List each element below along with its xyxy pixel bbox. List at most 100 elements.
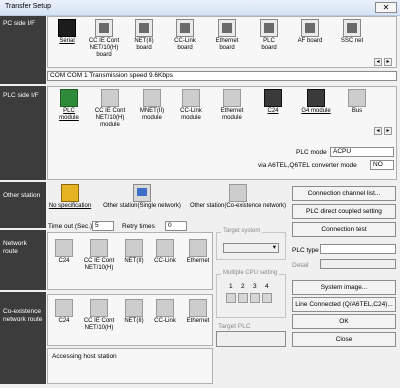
close-button[interactable]: Close	[292, 332, 396, 347]
pc-item-cc-link-board[interactable]: CC-Link board	[170, 19, 200, 52]
pc-item-cc-ie-board[interactable]: CC IE Cont NET/10(H) board	[84, 19, 124, 59]
cpu-slot-1[interactable]	[226, 293, 236, 303]
plc-item-c24[interactable]: C24	[260, 89, 286, 115]
plc-item-plc-module[interactable]: PLC module	[54, 89, 84, 122]
route-item-cc-link[interactable]: CC-Link	[152, 239, 178, 265]
chevron-down-icon: ▾	[272, 244, 276, 251]
route-item-label: Ethernet	[186, 258, 210, 264]
plc-item-label: C24	[267, 108, 279, 114]
board-icon	[343, 19, 361, 37]
other-item-single-network[interactable]: Other station(Single network)	[96, 184, 188, 210]
plc-item-cc-ie-module[interactable]: CC IE Cont NET/10(H) module	[90, 89, 130, 129]
route-item-label: CC IE Cont NET/10(H)	[83, 258, 115, 271]
coex-item-label: C24	[58, 318, 70, 324]
g4-module-icon	[307, 89, 325, 107]
connection-channel-list-button[interactable]: Connection channel list...	[292, 186, 396, 201]
pc-item-label: Ethernet board	[215, 38, 239, 51]
route-item-net2[interactable]: NET(II)	[122, 239, 146, 265]
scroll-right-icon[interactable]: ▸	[384, 58, 392, 66]
retry-label: Retry times	[122, 223, 155, 230]
status-text: Accessing host station	[52, 353, 117, 360]
plc-item-label: CC IE Cont NET/10(H) module	[94, 108, 126, 128]
pc-item-label: PLC board	[261, 38, 277, 51]
plc-type-label: PLC type	[292, 247, 319, 254]
cpu-slot-2[interactable]	[238, 293, 248, 303]
coex-item-net2[interactable]: NET(II)	[122, 299, 146, 325]
pc-item-net2-board[interactable]: NET(II) board	[130, 19, 158, 52]
pc-item-af-board[interactable]: AF board	[296, 19, 324, 45]
scroll-left-icon[interactable]: ◂	[374, 127, 382, 135]
c24-icon	[55, 239, 73, 257]
module-icon	[182, 89, 200, 107]
other-item-label: Other station(Co-existence network)	[189, 203, 287, 209]
module-icon	[156, 239, 174, 257]
coex-item-c24[interactable]: C24	[52, 299, 76, 325]
coex-item-cc-ie[interactable]: CC IE Cont NET/10(H)	[78, 299, 120, 332]
timeout-field[interactable]: 5	[92, 221, 114, 231]
coex-item-label: Ethernet	[186, 318, 210, 324]
route-item-label: CC-Link	[154, 258, 176, 264]
board-icon	[260, 19, 278, 37]
system-image-button[interactable]: System image...	[292, 280, 396, 295]
module-icon	[101, 89, 119, 107]
target-plc-field[interactable]	[216, 331, 286, 347]
ok-button[interactable]: OK	[292, 314, 396, 329]
route-item-c24[interactable]: C24	[52, 239, 76, 265]
coex-item-ethernet[interactable]: Ethernet	[184, 299, 212, 325]
route-item-label: C24	[58, 258, 70, 264]
plc-item-mnet2-module[interactable]: MNET(II) module	[135, 89, 169, 122]
close-window-button[interactable]: ✕	[375, 2, 397, 13]
pc-item-plc-board[interactable]: PLC board	[255, 19, 283, 52]
pc-item-ssc-net[interactable]: SSC net	[338, 19, 366, 45]
pc-item-ethernet-board[interactable]: Ethernet board	[211, 19, 243, 52]
scroll-left-icon[interactable]: ◂	[374, 58, 382, 66]
other-station-coexistence-icon	[229, 184, 247, 202]
other-station-label: Other station	[3, 192, 41, 199]
board-icon	[176, 19, 194, 37]
pc-item-serial[interactable]: Serial	[54, 19, 80, 45]
plc-item-cc-link-module[interactable]: CC-Link module	[176, 89, 206, 122]
plc-item-bus[interactable]: Bus	[344, 89, 370, 115]
other-item-label: No specification	[48, 203, 92, 209]
pc-item-label: Serial	[59, 38, 75, 44]
cpu-slot-4-label: 4	[265, 283, 269, 290]
target-system-select[interactable]: ▾	[223, 243, 279, 253]
module-icon	[223, 89, 241, 107]
plc-item-g4-module[interactable]: G4 module	[301, 89, 331, 115]
c24-icon	[55, 299, 73, 317]
window-title: Transfer Setup	[5, 3, 52, 10]
cpu-slot-4[interactable]	[262, 293, 272, 303]
connection-test-button[interactable]: Connection test	[292, 222, 396, 237]
plc-mode-label: PLC mode	[296, 149, 327, 156]
plc-item-label: CC-Link module	[180, 108, 202, 121]
module-icon	[125, 299, 143, 317]
plc-side-panel: PLC module CC IE Cont NET/10(H) module M…	[47, 86, 397, 180]
board-icon	[135, 19, 153, 37]
plc-item-label: Ethernet module	[220, 108, 244, 121]
retry-field[interactable]: 0	[165, 221, 187, 231]
other-station-sidebar: Other station	[0, 182, 46, 228]
plc-item-label: Bus	[351, 108, 363, 114]
cpu-slot-2-label: 2	[241, 283, 245, 290]
other-item-coexistence[interactable]: Other station(Co-existence network)	[188, 184, 288, 210]
multiple-cpu-title: Multiple CPU setting	[221, 270, 280, 276]
cpu-slot-1-label: 1	[229, 283, 233, 290]
plc-direct-coupled-button[interactable]: PLC direct coupled setting	[292, 204, 396, 219]
module-icon	[189, 239, 207, 257]
plc-item-ethernet-module[interactable]: Ethernet module	[216, 89, 248, 122]
route-item-ethernet[interactable]: Ethernet	[184, 239, 212, 265]
pc-side-label: PC side I/F	[3, 20, 36, 27]
scroll-right-icon[interactable]: ▸	[384, 127, 392, 135]
multiple-cpu-group: Multiple CPU setting 1 2 3 4	[216, 270, 286, 318]
timeout-label: Time out (Sec.)	[48, 223, 93, 230]
line-connected-button[interactable]: Line Connected (Q/A6TEL,C24)...	[292, 297, 396, 312]
c24-icon	[264, 89, 282, 107]
board-icon	[95, 19, 113, 37]
module-icon	[143, 89, 161, 107]
other-item-no-specification[interactable]: No specification	[47, 184, 93, 210]
status-panel: Accessing host station	[47, 348, 213, 384]
route-item-cc-ie[interactable]: CC IE Cont NET/10(H)	[78, 239, 120, 272]
cpu-slot-3[interactable]	[250, 293, 260, 303]
cpu-slot-3-label: 3	[253, 283, 257, 290]
coex-item-cc-link[interactable]: CC-Link	[152, 299, 178, 325]
